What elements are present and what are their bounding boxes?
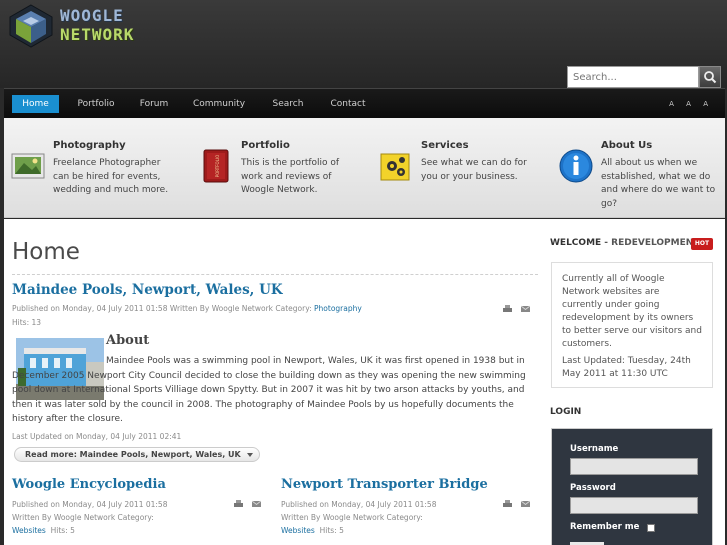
feature-title[interactable]: About Us [601,140,652,151]
feature-title[interactable]: Services [421,140,469,151]
print-icon[interactable] [503,305,512,313]
login-form: Username Password Remember me [551,428,713,545]
services-gears-icon [380,153,410,181]
nav-item-search[interactable]: Search [268,95,308,113]
email-icon[interactable] [252,500,261,508]
feature-band: Photography Freelance Photographer can b… [4,118,725,218]
password-label: Password [570,483,616,493]
nav-item-contact[interactable]: Contact [326,95,370,113]
welcome-box: Currently all of Woogle Network websites… [551,262,713,388]
category-link[interactable]: Websites [12,526,46,535]
feature-about-us: About Us All about us when we establishe… [558,138,724,218]
photo-album-icon [11,153,45,179]
article-meta: Websites Hits: 5 [12,526,75,535]
feature-text: This is the portfolio of work and review… [241,158,340,195]
search-icon [704,71,717,84]
text-size-tools[interactable]: A A A [669,95,713,113]
article-hits: Hits: 13 [12,318,42,327]
logo-line-network: NETWORK [60,25,135,44]
article-title-maindee-pools[interactable]: Maindee Pools, Newport, Wales, UK [12,282,283,298]
article-meta: Websites Hits: 5 [281,526,344,535]
article-meta: Published on Monday, 04 July 2011 01:58 … [12,304,362,313]
feature-text: See what we can do for you or your busin… [421,158,527,182]
feature-text: All about us when we established, what w… [601,158,716,209]
article-meta: Published on Monday, 04 July 2011 01:58 [12,500,168,509]
info-icon [559,149,593,183]
feature-portfolio: PORTFOLIO Portfolio This is the portfoli… [198,138,368,218]
article-subheading: About [106,333,150,348]
svg-text:PORTFOLIO: PORTFOLIO [215,155,220,178]
nav-item-community[interactable]: Community [190,95,248,113]
login-heading: LOGIN [550,407,582,417]
article-body: Maindee Pools was a swimming pool in New… [12,356,526,424]
nav-item-portfolio[interactable]: Portfolio [72,95,120,113]
welcome-updated: Last Updated: Tuesday, 24th May 2011 at … [562,356,691,379]
search-form [567,66,721,88]
page-title: Home [12,239,80,265]
category-link[interactable]: Photography [314,304,362,313]
username-field[interactable] [570,458,698,475]
site-logo[interactable]: WOOGLE NETWORK [6,3,156,49]
email-icon[interactable] [521,305,530,313]
print-icon[interactable] [503,500,512,508]
read-more-button[interactable]: Read more: Maindee Pools, Newport, Wales… [14,447,260,462]
hot-badge: HOT [691,238,713,250]
site-header: WOOGLE NETWORK [0,0,727,88]
welcome-text: Currently all of Woogle Network websites… [562,274,702,349]
article-title-woogle-encyclopedia[interactable]: Woogle Encyclopedia [12,477,166,492]
password-field[interactable] [570,497,698,514]
woogle-logo-icon [9,4,53,48]
main-nav: Home Portfolio Forum Community Search Co… [4,88,725,118]
remember-checkbox[interactable] [647,524,655,532]
welcome-heading: WELCOME - REDEVELOPMENT [550,238,700,248]
username-label: Username [570,444,619,454]
feature-text: Freelance Photographer can be hired for … [53,158,169,195]
logo-line-woogle: WOOGLE [60,6,124,25]
feature-title[interactable]: Portfolio [241,140,290,151]
search-button[interactable] [699,66,721,88]
portfolio-book-icon: PORTFOLIO [203,149,229,183]
search-input[interactable] [567,66,699,88]
divider [12,274,538,275]
nav-item-home[interactable]: Home [12,95,59,113]
email-icon[interactable] [521,500,530,508]
article-meta: Written By Woogle Network Category: [281,513,423,522]
category-link[interactable]: Websites [281,526,315,535]
article-title-newport-transporter-bridge[interactable]: Newport Transporter Bridge [281,477,488,492]
feature-services: Services See what we can do for you or y… [378,138,548,218]
article-meta: Published on Monday, 04 July 2011 01:58 [281,500,437,509]
feature-title[interactable]: Photography [53,140,126,151]
article-meta: Written By Woogle Network Category: [12,513,154,522]
remember-label: Remember me [570,522,640,532]
print-icon[interactable] [234,500,243,508]
feature-photography: Photography Freelance Photographer can b… [10,138,180,218]
article-last-updated: Last Updated on Monday, 04 July 2011 02:… [12,432,182,441]
nav-item-forum[interactable]: Forum [134,95,174,113]
